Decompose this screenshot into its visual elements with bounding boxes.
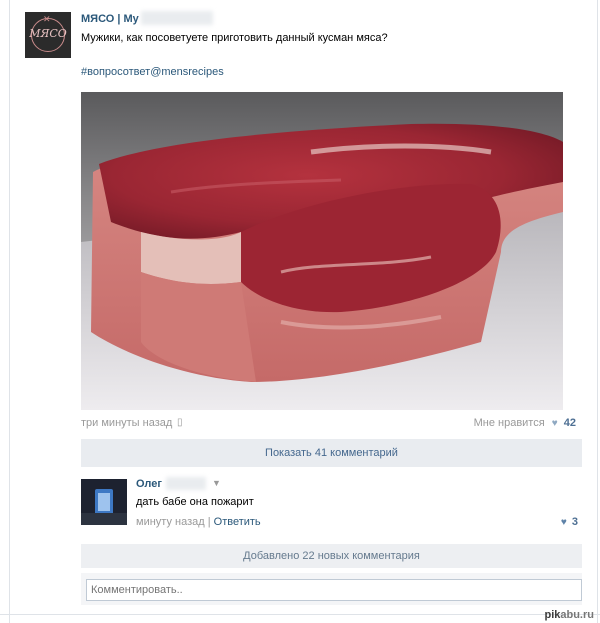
commenter-photo <box>81 479 127 525</box>
like-count: 42 <box>563 417 576 429</box>
comment-author-link[interactable]: Олег <box>136 478 162 490</box>
comment-time[interactable]: минуту назад <box>136 516 205 528</box>
caret-down-icon[interactable]: ▼ <box>212 478 221 488</box>
left-border <box>9 0 10 623</box>
redacted-name <box>141 11 213 25</box>
site-watermark: pikabu.ru <box>544 609 594 621</box>
avatar-logo-text: МЯСО <box>29 27 67 40</box>
bottom-divider <box>0 614 600 615</box>
like-button[interactable]: Мне нравится ♥ 42 <box>474 417 576 429</box>
like-label: Мне нравится <box>473 417 545 429</box>
cleaver-icon: ✕ <box>43 14 51 24</box>
comment-like-count: 3 <box>571 516 578 528</box>
group-avatar[interactable]: ✕ МЯСО <box>25 12 71 58</box>
watermark-prefix: pik <box>544 609 561 621</box>
post-text: Мужики, как посоветуете приготовить данн… <box>81 32 388 44</box>
heart-icon: ♥ <box>560 517 567 528</box>
new-comments-button[interactable]: Добавлено 22 новых комментария <box>81 544 582 568</box>
hashtag-link[interactable]: #вопросответ@mensrecipes <box>81 66 224 78</box>
watermark-suffix: abu.ru <box>560 609 594 621</box>
meta-separator: | <box>207 516 211 528</box>
redacted-surname <box>166 477 206 490</box>
reply-link[interactable]: Ответить <box>214 516 261 528</box>
heart-icon: ♥ <box>551 418 558 429</box>
comment-avatar[interactable] <box>81 479 127 525</box>
meat-steak-image <box>81 92 563 410</box>
post-timestamp[interactable]: три минуты назад <box>81 417 172 429</box>
group-name-link[interactable]: МЯСО | Му <box>81 13 139 25</box>
wall-post: ✕ МЯСО МЯСО | Му Мужики, как посоветуете… <box>0 0 600 623</box>
phone-icon: ▯ <box>177 417 183 428</box>
right-border <box>597 0 598 623</box>
comment-input[interactable] <box>86 579 582 601</box>
post-photo[interactable] <box>81 92 563 410</box>
show-comments-button[interactable]: Показать 41 комментарий <box>81 439 582 467</box>
comment-text: дать бабе она пожарит <box>136 496 254 508</box>
comment-like-button[interactable]: ♥ 3 <box>561 516 578 528</box>
comment-meta: минуту назад | Ответить <box>136 516 261 528</box>
comment-compose-area <box>81 573 582 605</box>
